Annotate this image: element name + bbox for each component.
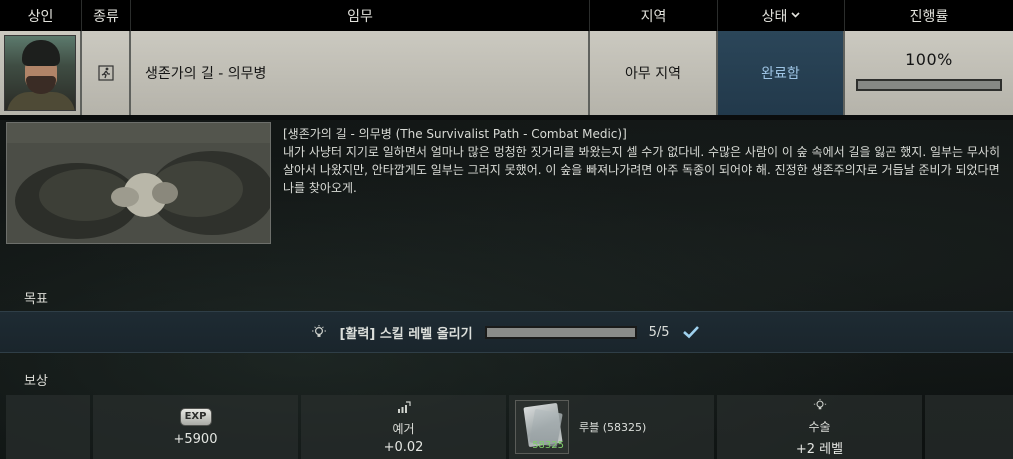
quest-row[interactable]: 생존가의 길 - 의무병 아무 지역 완료함 100% (0, 31, 1013, 115)
progress-cell: 100% (845, 31, 1013, 115)
roubles-item-icon[interactable]: 58325 (515, 400, 569, 454)
chevron-down-icon (791, 10, 800, 21)
quest-description: [생존가의 길 - 의무병 (The Survivalist Path - Co… (283, 125, 1007, 197)
type-cell (82, 31, 131, 115)
lightbulb-icon (311, 323, 329, 341)
task-location: 아무 지역 (590, 31, 718, 115)
reward-spacer-end (925, 395, 1013, 459)
progress-percent: 100% (905, 49, 953, 69)
progress-bar (856, 78, 1002, 91)
exp-value: +5900 (173, 431, 218, 447)
reward-reputation: 예거 +0.02 (301, 395, 506, 459)
reward-skill: 수술 +2 레벨 (717, 395, 922, 459)
header-progress[interactable]: 진행률 (845, 0, 1013, 31)
reputation-value: +0.02 (383, 439, 424, 455)
reputation-trader: 예거 (392, 421, 415, 436)
description-title: [생존가의 길 - 의무병 (The Survivalist Path - Co… (283, 127, 627, 141)
header-location[interactable]: 지역 (590, 0, 718, 31)
checkmark-icon (682, 324, 702, 340)
quest-image (6, 122, 271, 244)
exp-icon: EXP (179, 407, 212, 426)
objective-progress-fill (486, 327, 635, 337)
objective-count: 5/5 (648, 324, 670, 340)
exit-run-icon (97, 64, 115, 82)
objectives-label: 목표 (24, 292, 48, 307)
status-badge: 완료함 (718, 31, 845, 115)
trader-portrait (4, 35, 76, 111)
trader-cell (0, 31, 82, 115)
lightbulb-icon (813, 398, 827, 412)
skill-value: +2 레벨 (795, 441, 844, 457)
reputation-up-icon (397, 400, 411, 414)
objective-progress-bar (484, 325, 637, 339)
table-header: 상인 종류 임무 지역 상태 진행률 (0, 0, 1013, 31)
reward-item[interactable]: 58325 루블 (58325) (509, 395, 714, 459)
reward-exp: EXP +5900 (93, 395, 298, 459)
objective-row: [활력] 스킬 레벨 올리기 5/5 (0, 311, 1013, 353)
header-status[interactable]: 상태 (718, 0, 845, 31)
description-body: 내가 사냥터 지기로 일하면서 얼마나 많은 멍청한 짓거리를 봐왔는지 셀 수… (283, 145, 1001, 195)
skill-name: 수술 (808, 419, 831, 434)
reward-spacer (6, 395, 90, 459)
item-stack-count: 58325 (532, 440, 564, 451)
progress-bar-fill (858, 80, 1000, 89)
rewards-row: EXP +5900 예거 +0.02 58325 루블 (58325) 수술 +… (6, 395, 1013, 459)
rewards-label: 보상 (24, 374, 48, 389)
header-task[interactable]: 임무 (131, 0, 590, 31)
objective-text: [활력] 스킬 레벨 올리기 (339, 326, 473, 342)
task-name: 생존가의 길 - 의무병 (131, 31, 590, 115)
header-status-label: 상태 (761, 8, 788, 25)
header-trader[interactable]: 상인 (0, 0, 82, 31)
item-name: 루블 (58325) (579, 421, 647, 434)
header-type[interactable]: 종류 (82, 0, 131, 31)
